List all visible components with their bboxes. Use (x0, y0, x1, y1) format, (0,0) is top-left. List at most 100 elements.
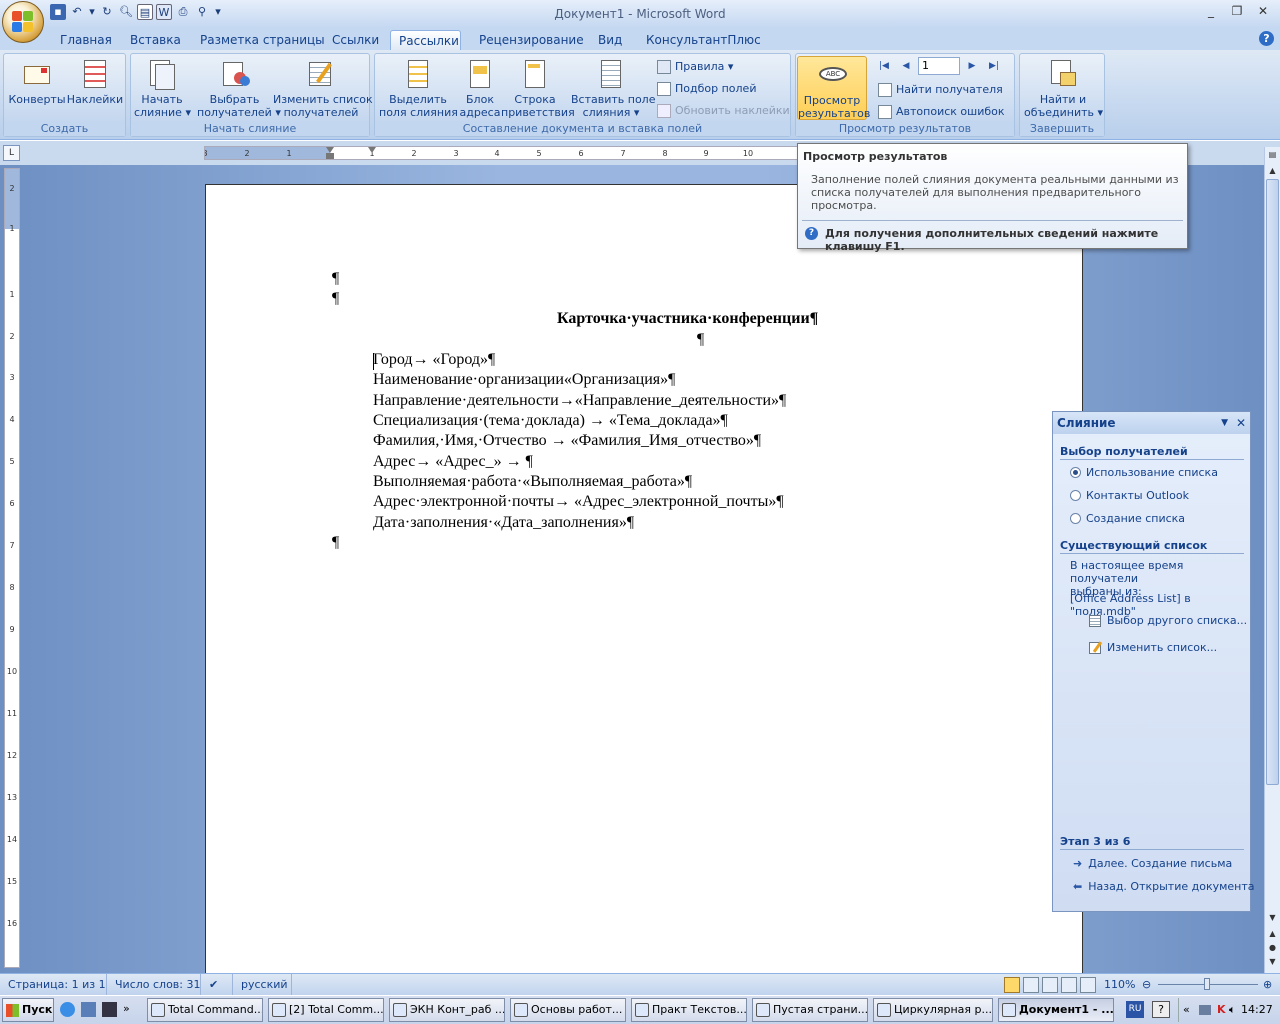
zoom-slider-thumb[interactable] (1204, 978, 1210, 990)
word-count[interactable]: Число слов: 31 (106, 974, 201, 995)
task-pane-menu-icon[interactable]: ▼ (1221, 412, 1228, 434)
update-labels-button[interactable]: Обновить наклейки (657, 101, 790, 121)
next-page-button[interactable]: ▼ (1266, 955, 1279, 969)
first-record-button[interactable]: |◀ (874, 57, 894, 75)
previous-step-link[interactable]: ⬅ Назад. Открытие документа (1073, 880, 1255, 893)
network-icon[interactable] (1199, 1005, 1211, 1015)
office-button[interactable] (2, 1, 44, 43)
tab-review[interactable]: Рецензирование (471, 30, 592, 50)
next-record-button[interactable]: ▶ (962, 57, 982, 75)
previous-record-button[interactable]: ◀ (896, 57, 916, 75)
last-record-button[interactable]: ▶| (984, 57, 1004, 75)
close-button[interactable]: ✕ (1252, 2, 1274, 20)
envelopes-button[interactable]: Конверты (8, 56, 66, 121)
select-browse-object-button[interactable]: ● (1266, 941, 1279, 955)
find-recipient-button[interactable]: Найти получателя (878, 80, 1003, 100)
start-label: Пуск (22, 1003, 53, 1016)
select-another-list-link[interactable]: Выбор другого списка... (1089, 614, 1247, 627)
taskbar-button[interactable]: Циркулярная р... (873, 998, 993, 1022)
next-step-link[interactable]: ➜ Далее. Создание письма (1073, 857, 1232, 870)
tooltip-help: Для получения дополнительных сведений на… (825, 227, 1159, 253)
link-label: Изменить список... (1107, 641, 1218, 654)
print-layout-view-icon[interactable] (1004, 976, 1020, 993)
hanging-indent-icon[interactable] (326, 153, 334, 159)
language-indicator[interactable]: русский (232, 974, 292, 995)
scroll-down-button[interactable]: ▼ (1266, 911, 1279, 925)
outline-view-icon[interactable] (1061, 976, 1077, 993)
web-layout-icon[interactable] (1042, 976, 1058, 993)
zoom-level[interactable]: 110% (1104, 974, 1135, 995)
match-fields-button[interactable]: Подбор полей (657, 79, 756, 99)
address-block-button[interactable]: Блок адреса (459, 56, 501, 121)
field-line-email: Адрес·электронной·почты→ «Адрес_электрон… (373, 493, 784, 510)
language-bar[interactable]: RU (1126, 1001, 1144, 1018)
taskbar-button[interactable]: Практ Текстов... (631, 998, 747, 1022)
task-pane-close-icon[interactable]: ✕ (1236, 412, 1246, 434)
tab-references[interactable]: Ссылки (324, 30, 387, 50)
ie-icon[interactable] (60, 1002, 75, 1017)
tab-insert[interactable]: Вставка (122, 30, 189, 50)
preview-results-button[interactable]: ABC Просмотр результатов (797, 56, 870, 120)
zoom-slider[interactable] (1158, 978, 1258, 990)
vertical-scrollbar[interactable]: ▤ ▲ ▼ ▲ ● ▼ (1264, 147, 1280, 973)
select-recipients-button[interactable]: Выбрать получателей ▾ (197, 56, 281, 121)
vertical-ruler[interactable]: 2 1 1 2 3 4 5 6 7 8 9 10 11 12 13 14 15 … (4, 168, 20, 968)
section-select-recipients: Выбор получателей (1060, 445, 1244, 460)
antivirus-icon[interactable]: K (1217, 998, 1226, 1022)
insert-merge-field-button[interactable]: Вставить поле слияния ▾ (571, 56, 655, 121)
hruler-label: 3 (205, 149, 208, 158)
start-merge-button[interactable]: Начать слияние ▾ (134, 56, 191, 121)
greeting-line-button[interactable]: Строка приветствия (501, 56, 575, 121)
help-icon[interactable]: ? (1152, 1001, 1170, 1018)
tab-selector[interactable]: L (3, 145, 20, 161)
first-line-indent-icon[interactable] (368, 147, 376, 153)
tab-view[interactable]: Вид (590, 30, 630, 50)
tab-home[interactable]: Главная (52, 30, 120, 50)
restore-button[interactable]: ❐ (1226, 2, 1248, 20)
help-icon[interactable]: ? (1259, 31, 1274, 46)
floppy-icon[interactable] (102, 1002, 117, 1017)
edit-recipient-list-button[interactable]: Изменить список получателей (273, 56, 373, 121)
tray-expand-icon[interactable]: « (1183, 998, 1190, 1022)
volume-icon[interactable]: 🔈︎ (1229, 998, 1236, 1022)
radio-create-list[interactable]: Создание списка (1070, 512, 1185, 525)
spelling-check-icon[interactable]: ✔ (200, 974, 218, 995)
full-screen-reading-icon[interactable] (1023, 976, 1039, 993)
highlight-fields-button[interactable]: Выделить поля слияния (379, 56, 458, 121)
radio-outlook-contacts[interactable]: Контакты Outlook (1070, 489, 1189, 502)
zoom-out-button[interactable]: ⊖ (1142, 974, 1151, 995)
labels-button[interactable]: Наклейки (66, 56, 124, 121)
previous-page-button[interactable]: ▲ (1266, 927, 1279, 941)
draft-view-icon[interactable] (1080, 976, 1096, 993)
scroll-up-button[interactable]: ▲ (1266, 164, 1279, 178)
taskbar-button-active[interactable]: Документ1 - ... (998, 998, 1114, 1022)
document-page[interactable]: ¶ ¶ Карточка·участника·конференции¶ ¶ Го… (205, 184, 1083, 984)
radio-icon (1070, 467, 1081, 478)
record-number-input[interactable]: 1 (918, 57, 960, 75)
auto-check-errors-button[interactable]: Автопоиск ошибок (878, 102, 1005, 122)
taskbar-button[interactable]: Основы работ... (510, 998, 626, 1022)
rules-button[interactable]: Правила ▾ (657, 57, 733, 77)
edit-list-link[interactable]: Изменить список... (1089, 640, 1218, 654)
taskbar-button[interactable]: ЭКН Конт_раб ... (389, 998, 505, 1022)
clock[interactable]: 14:27 (1241, 998, 1273, 1022)
vruler-label: 1 (9, 290, 14, 299)
horizontal-ruler[interactable]: 3 2 1 1 2 3 4 5 6 7 8 9 10 (204, 146, 800, 160)
tab-mailings[interactable]: Рассылки (390, 30, 461, 50)
desktop-icon[interactable] (81, 1002, 96, 1017)
taskbar-button[interactable]: Пустая страни... (752, 998, 868, 1022)
tab-page-layout[interactable]: Разметка страницы (192, 30, 333, 50)
start-button[interactable]: Пуск (2, 998, 54, 1022)
taskbar-button[interactable]: [2] Total Comm... (268, 998, 384, 1022)
tab-consultant[interactable]: КонсультантПлюс (638, 30, 769, 50)
page-count[interactable]: Страница: 1 из 1 (8, 974, 106, 995)
more-icon[interactable]: » (123, 1002, 133, 1017)
taskbar-button[interactable]: Total Command... (147, 998, 263, 1022)
radio-use-list[interactable]: Использование списка (1070, 466, 1218, 479)
ruler-toggle-icon[interactable]: ▤ (1266, 148, 1279, 162)
minimize-button[interactable]: _ (1200, 2, 1222, 20)
scrollbar-thumb[interactable] (1266, 179, 1279, 785)
finish-merge-button[interactable]: Найти и объединить ▾ (1024, 56, 1103, 121)
zoom-in-button[interactable]: ⊕ (1263, 974, 1272, 995)
field-line-topic: Специализация·(тема·доклада) → «Тема_док… (373, 412, 728, 429)
